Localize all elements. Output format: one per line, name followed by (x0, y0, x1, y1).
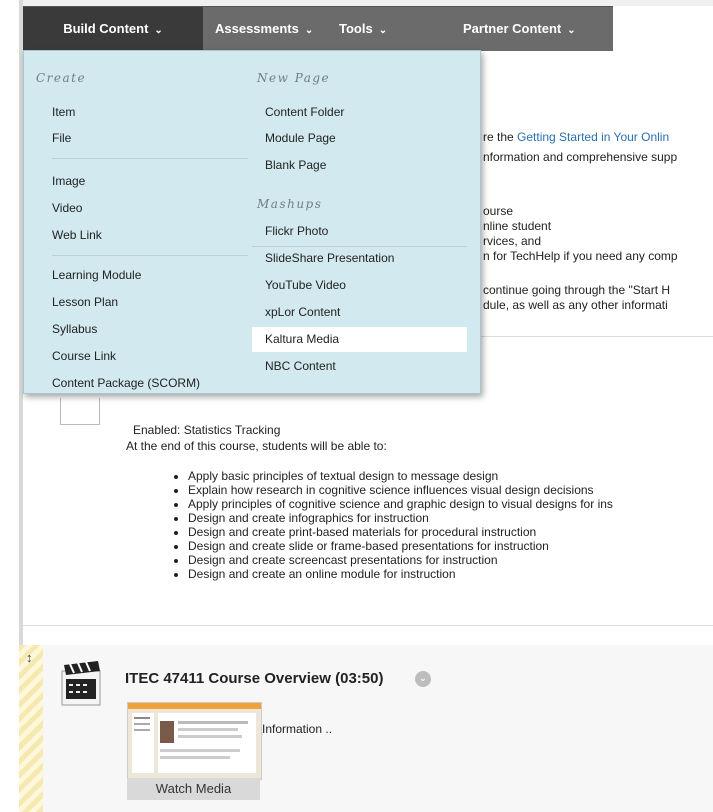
menu-item-slideshare[interactable]: SlideShare Presentation (265, 251, 394, 265)
list-item: Design and create infographics for instr… (188, 511, 613, 525)
chevron-down-icon: ⌄ (154, 25, 163, 36)
drag-handle-strip[interactable] (19, 645, 43, 812)
mashups-heading: Mashups (257, 197, 323, 211)
menu-item-web-link[interactable]: Web Link (52, 228, 102, 242)
thumbnail-preview-icon (128, 703, 261, 779)
menu-item-module-page[interactable]: Module Page (265, 131, 336, 145)
watch-media-button[interactable]: Watch Media (127, 778, 260, 800)
intro-line: n for TechHelp if you need any comp (483, 249, 678, 263)
intro-line: dule, as well as any other informati (483, 298, 668, 312)
statistics-tracking-text: Enabled: Statistics Tracking (133, 423, 281, 437)
media-title[interactable]: ITEC 47411 Course Overview (03:50) (125, 670, 383, 687)
list-item: Design and create screencast presentatio… (188, 553, 613, 567)
media-info-text: Information .. (262, 722, 333, 736)
menu-item-xplor-content[interactable]: xpLor Content (265, 305, 340, 319)
objectives-intro: At the end of this course, students will… (126, 439, 387, 453)
menu-item-blank-page[interactable]: Blank Page (265, 158, 326, 172)
intro-line: re the Getting Started in Your Onlin (483, 130, 670, 144)
menu-item-lesson-plan[interactable]: Lesson Plan (52, 295, 118, 309)
menu-item-nbc-content[interactable]: NBC Content (265, 359, 336, 373)
item-icon-frame (60, 398, 100, 425)
menu-item-content-package[interactable]: Content Package (SCORM) (52, 376, 200, 390)
video-thumbnail[interactable] (127, 702, 262, 780)
list-item: Design and create slide or frame-based p… (188, 539, 613, 553)
intro-line: nformation and comprehensive supp (483, 150, 678, 164)
intro-line: rvices, and (483, 234, 542, 248)
menu-item-flickr-photo[interactable]: Flickr Photo (265, 224, 328, 238)
list-item: Apply principles of cognitive science an… (188, 497, 613, 511)
chevron-down-icon: ⌄ (378, 25, 388, 36)
tab-label: Build Content (63, 21, 149, 36)
menu-item-content-folder[interactable]: Content Folder (265, 105, 344, 119)
context-menu-button[interactable]: ⌄ (415, 671, 431, 687)
getting-started-link[interactable]: Getting Started in Your Onlin (517, 130, 669, 144)
tools-tab[interactable]: Tools ⌄ (339, 7, 387, 51)
list-item: Design and create print-based materials … (188, 525, 613, 539)
intro-line: nline student (483, 219, 552, 233)
tab-label: Partner Content (463, 21, 562, 36)
section-divider (23, 625, 713, 626)
menu-item-syllabus[interactable]: Syllabus (52, 322, 97, 336)
new-page-heading: New Page (257, 71, 331, 85)
list-item: Design and create an online module for i… (188, 567, 613, 581)
menu-item-item[interactable]: Item (52, 105, 75, 119)
assessments-tab[interactable]: Assessments ⌄ (215, 7, 313, 51)
menu-item-file[interactable]: File (52, 131, 71, 145)
partner-content-tab[interactable]: Partner Content ⌄ (463, 7, 576, 51)
list-item: Apply basic principles of textual design… (188, 469, 613, 483)
list-item: Explain how research in cognitive scienc… (188, 483, 613, 497)
tab-label: Tools (339, 21, 373, 36)
tab-label: Assessments (215, 21, 299, 36)
build-content-tab[interactable]: Build Content ⌄ (23, 7, 203, 51)
menu-item-image[interactable]: Image (52, 174, 85, 188)
chevron-down-icon: ⌄ (567, 25, 576, 36)
objectives-list: Apply basic principles of textual design… (172, 469, 613, 581)
menu-item-course-link[interactable]: Course Link (52, 349, 116, 363)
menu-item-video[interactable]: Video (52, 201, 82, 215)
drag-arrows-icon[interactable]: ↕ (26, 650, 33, 665)
create-heading: Create (36, 71, 87, 85)
menu-item-learning-module[interactable]: Learning Module (52, 268, 141, 282)
menu-item-kaltura-media[interactable]: Kaltura Media (265, 332, 339, 346)
build-content-dropdown: Create Item File Image Video Web Link Le… (23, 50, 481, 394)
intro-line: ourse (483, 204, 514, 218)
chevron-down-icon: ⌄ (304, 25, 314, 36)
content-menubar: Build Content ⌄ Assessments ⌄ Tools ⌄ Partn… (23, 6, 613, 51)
menu-item-youtube-video[interactable]: YouTube Video (265, 278, 346, 292)
intro-line: continue going through the "Start H (483, 283, 671, 297)
clapperboard-icon (61, 661, 101, 706)
menu-separator (52, 158, 248, 159)
menu-separator (52, 255, 248, 256)
menu-separator (252, 246, 467, 247)
